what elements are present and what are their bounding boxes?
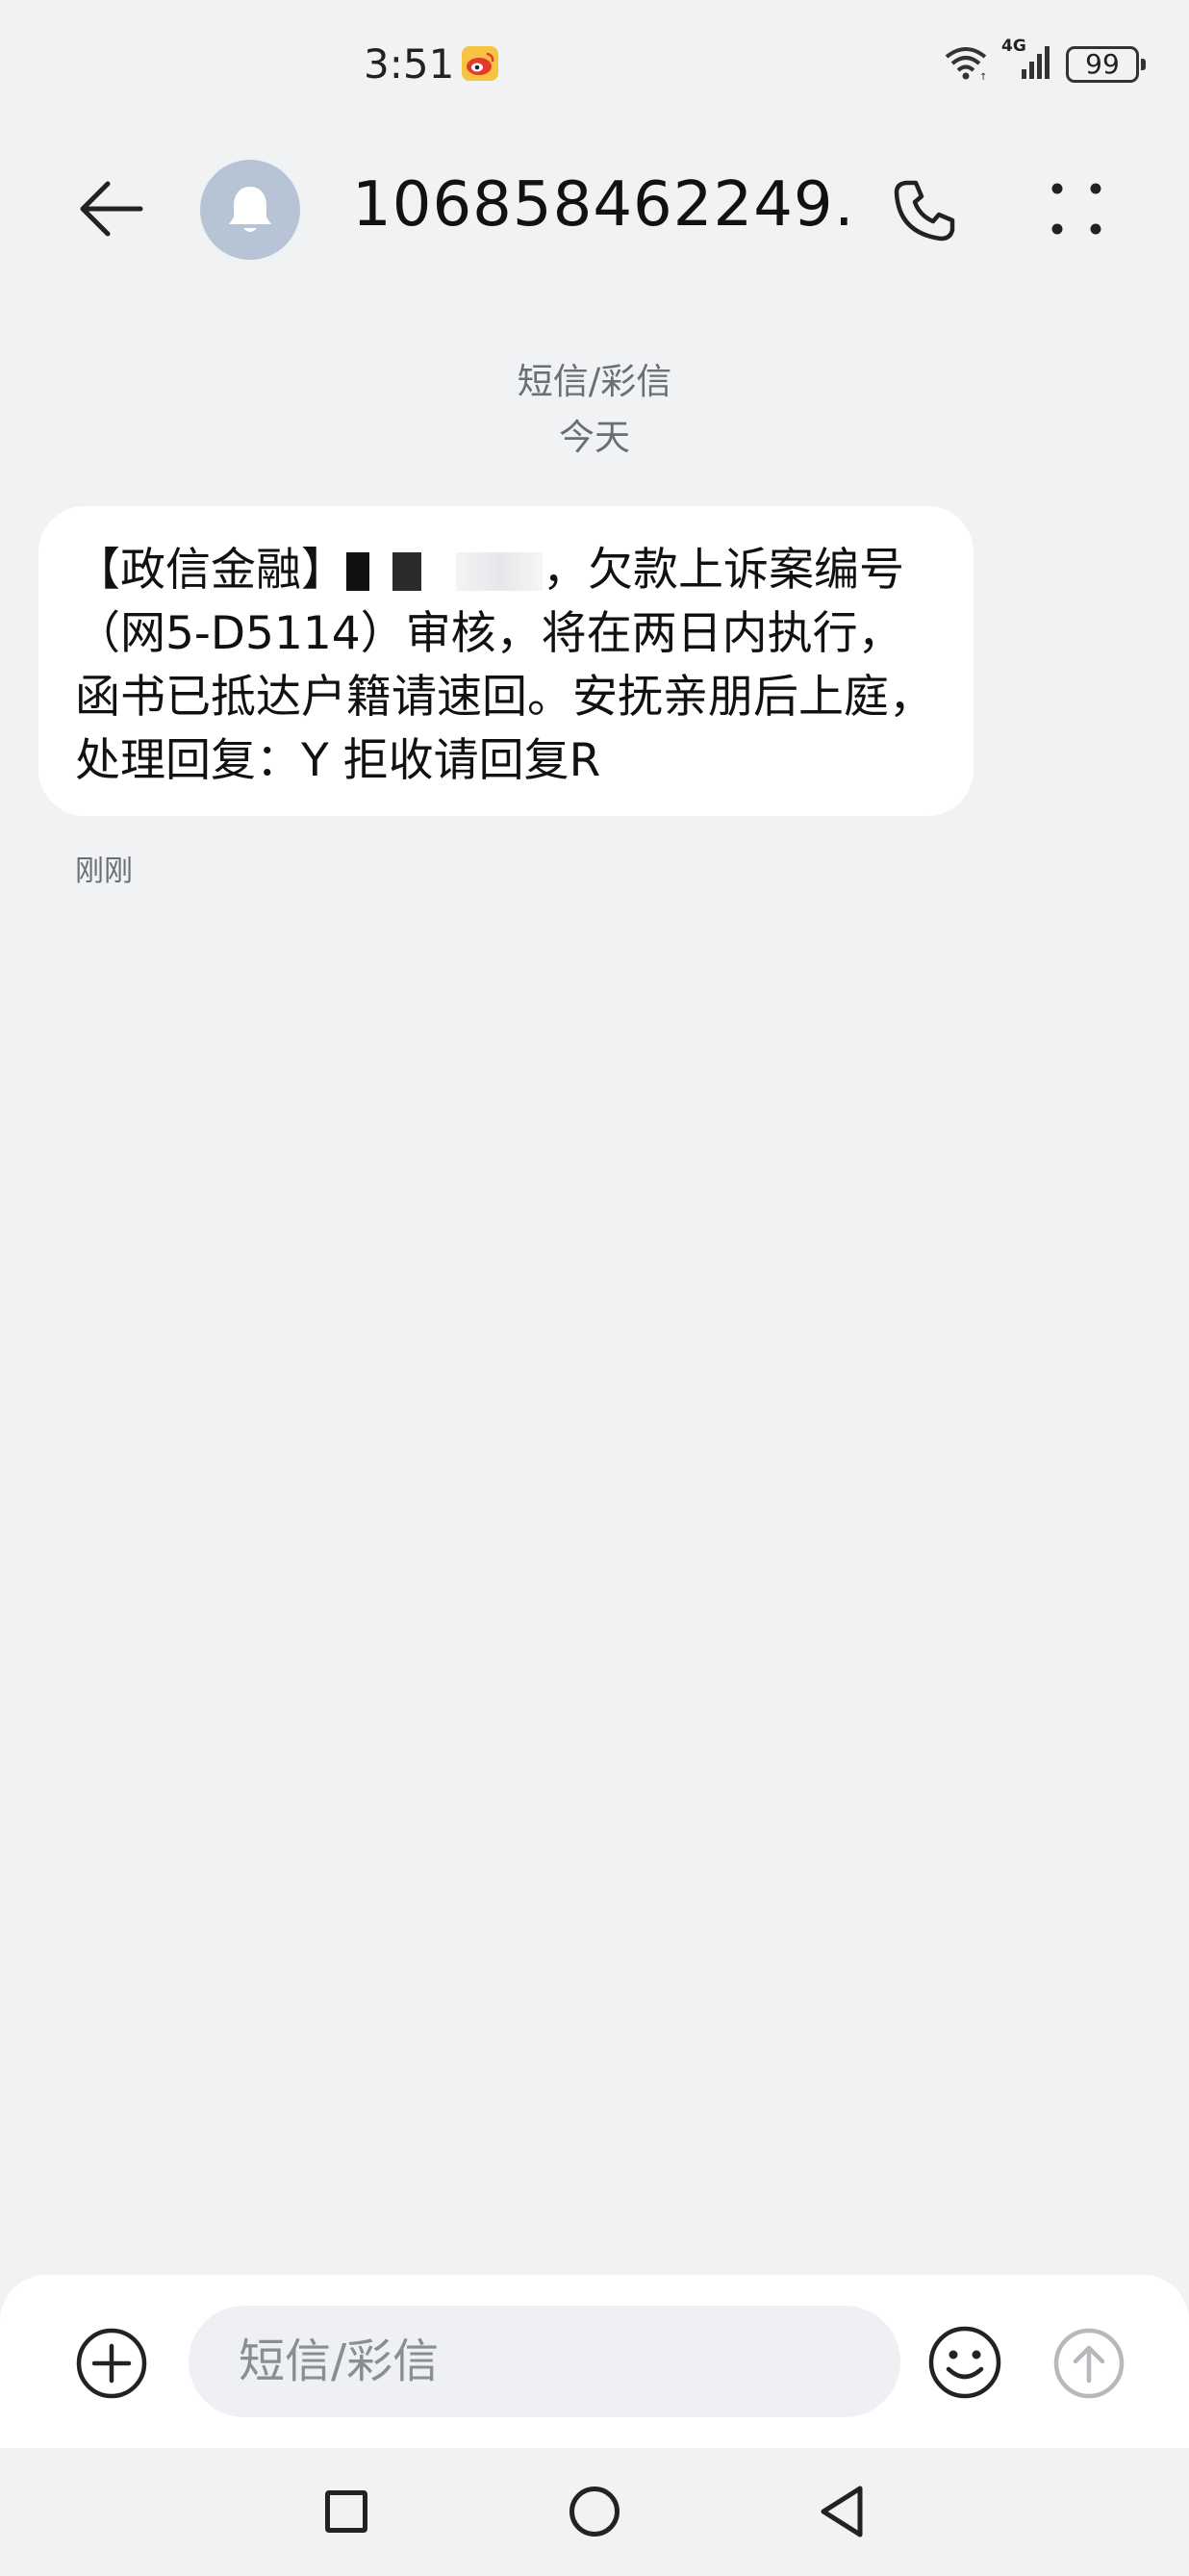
conversation-header: 106858462249…: [0, 144, 1189, 279]
redacted-block: [392, 552, 421, 591]
wifi-icon: ↑↓: [945, 47, 989, 82]
message-text-start: 【政信金融】: [75, 544, 346, 597]
svg-text:↑↓: ↑↓: [979, 72, 989, 82]
send-icon[interactable]: [1052, 2327, 1126, 2400]
recent-apps-icon[interactable]: [325, 2490, 367, 2533]
battery-level: 99: [1085, 48, 1120, 80]
weibo-icon: [462, 46, 498, 81]
cellular-signal-icon: [1022, 46, 1050, 79]
add-circle-icon[interactable]: [75, 2327, 148, 2400]
message-timestamp: 刚刚: [75, 854, 133, 888]
message-type-label: 短信/彩信: [517, 361, 672, 402]
avatar[interactable]: [200, 160, 300, 260]
status-bar: 3:51 ↑↓ 4G 99: [0, 0, 1189, 135]
back-arrow-icon[interactable]: [75, 173, 146, 244]
redacted-block: [456, 552, 543, 591]
system-nav-bar: [0, 2448, 1189, 2576]
battery-icon: 99: [1066, 46, 1146, 83]
emoji-icon[interactable]: [927, 2325, 1002, 2400]
phone-icon[interactable]: [889, 175, 960, 246]
composer-bar: [0, 2275, 1189, 2448]
bell-icon: [229, 187, 271, 232]
back-triangle-icon[interactable]: [816, 2483, 868, 2540]
message-bubble[interactable]: 【政信金融】 ，欠款上诉案编号（网5-D5114）审核，将在两日内执行，函书已抵达…: [38, 506, 974, 816]
message-date-label: 今天: [559, 417, 630, 458]
message-input[interactable]: [189, 2306, 900, 2417]
home-icon[interactable]: [569, 2487, 620, 2537]
redacted-block: [346, 552, 369, 591]
status-time: 3:51: [364, 40, 455, 88]
contact-title[interactable]: 106858462249…: [352, 169, 852, 241]
more-dots-icon[interactable]: [1041, 175, 1112, 246]
message-text: 【政信金融】 ，欠款上诉案编号（网5-D5114）审核，将在两日内执行，函书已抵达…: [75, 539, 947, 793]
